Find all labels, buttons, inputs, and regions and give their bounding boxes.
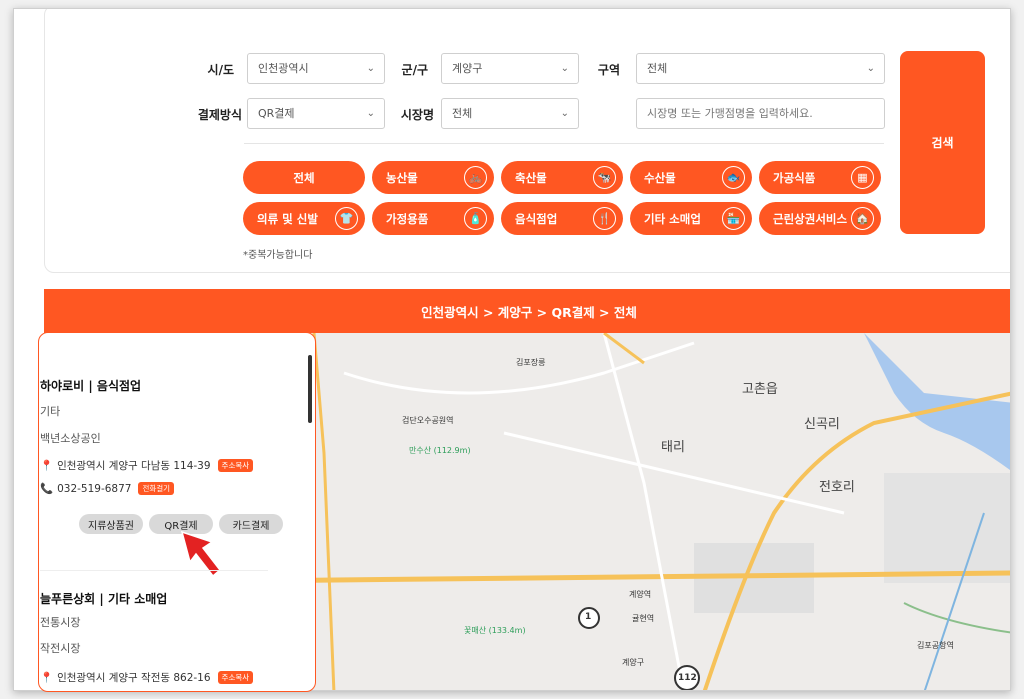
card-pay-button[interactable]: 카드결제	[219, 514, 283, 534]
bicycle-icon: 🚲	[464, 166, 487, 189]
category-clothing-button[interactable]: 의류 및 신발 👕	[243, 202, 365, 235]
fish-icon: 🐟	[722, 166, 745, 189]
map-label: 김포공항역	[917, 641, 954, 650]
category-agri-button[interactable]: 농산물 🚲	[372, 161, 494, 194]
chevron-down-icon: ⌄	[560, 63, 569, 74]
store-address: 📍 인천광역시 계양구 작전동 862-16 주소복사	[40, 670, 254, 685]
store-name[interactable]: 하야로비 | 음식점업	[40, 377, 141, 394]
category-label: 축산물	[515, 170, 547, 185]
copy-address-button[interactable]: 주소복사	[217, 671, 254, 684]
area-label: 구역	[597, 63, 620, 77]
gungu-value: 계양구	[452, 62, 483, 75]
store-type: 전통시장	[40, 616, 81, 629]
location-pin-icon: 📍	[40, 672, 54, 684]
search-button[interactable]: 검색	[900, 51, 985, 234]
chevron-down-icon: ⌄	[366, 63, 375, 74]
multi-select-note: *중복가능합니다	[243, 250, 313, 261]
category-label: 가정용품	[386, 211, 429, 226]
map-label: 전호리	[819, 480, 855, 495]
copy-address-button[interactable]: 주소복사	[217, 459, 254, 472]
category-restaurant-button[interactable]: 음식점업 🍴	[501, 202, 623, 235]
map-label: 만수산 (112.9m)	[409, 446, 471, 455]
sido-value: 인천광역시	[258, 62, 309, 75]
category-retail-button[interactable]: 기타 소매업 🏪	[630, 202, 752, 235]
pay-select[interactable]: QR결제 ⌄	[247, 98, 385, 129]
map-label: 계양역	[629, 590, 652, 599]
map-label: 검단오수공원역	[402, 416, 454, 425]
call-button[interactable]: 전화걸기	[138, 482, 175, 495]
category-processed-button[interactable]: 가공식품 ▦	[759, 161, 881, 194]
phone-icon: 📞	[40, 483, 54, 495]
airport-area	[884, 473, 1010, 583]
map-label: 태리	[661, 440, 685, 455]
category-label: 기타 소매업	[644, 211, 701, 226]
category-all-button[interactable]: 전체	[243, 161, 365, 194]
category-livestock-button[interactable]: 축산물 🐄	[501, 161, 623, 194]
road	[312, 333, 336, 690]
cow-icon: 🐄	[593, 166, 616, 189]
shirt-icon: 👕	[335, 207, 358, 230]
store-name[interactable]: 늘푸른상회 | 기타 소매업	[40, 590, 167, 607]
breadcrumb-text: 인천광역시 > 계양구 > QR결제 > 전체	[421, 304, 637, 320]
market-label: 시장명	[400, 108, 434, 122]
map-label: 꽃매산 (133.4m)	[464, 626, 526, 635]
chevron-down-icon: ⌄	[866, 63, 875, 74]
market-value: 전체	[452, 107, 473, 120]
chevron-down-icon: ⌄	[560, 108, 569, 119]
gungu-label: 군/구	[401, 63, 428, 77]
river	[864, 333, 1010, 471]
area-value: 전체	[647, 62, 668, 75]
store-address: 📍 인천광역시 계양구 다남동 114-39 주소복사	[40, 458, 254, 473]
breadcrumb: 인천광역시 > 계양구 > QR결제 > 전체	[44, 289, 1010, 333]
marker-number: 1	[585, 612, 592, 622]
fork-knife-icon: 🍴	[593, 207, 616, 230]
road	[602, 333, 685, 690]
address-text: 인천광역시 계양구 다남동 114-39	[57, 460, 211, 472]
category-label: 수산물	[644, 170, 676, 185]
category-label: 음식점업	[515, 211, 558, 226]
rail-line	[903, 602, 1010, 634]
road	[343, 341, 695, 395]
voucher-pay-button[interactable]: 지류상품권	[79, 514, 143, 534]
pay-value: QR결제	[258, 107, 295, 120]
map-label: 귤현역	[632, 614, 655, 623]
shop-icon: 🏪	[722, 207, 745, 230]
list-divider	[40, 570, 268, 571]
divider	[244, 143, 884, 144]
bottle-icon: 🧴	[464, 207, 487, 230]
category-label: 농산물	[386, 170, 418, 185]
house-icon: 🏠	[851, 207, 874, 230]
store-market: 작전시장	[40, 642, 81, 655]
category-label: 전체	[293, 170, 315, 185]
map-label: 계양구	[622, 658, 645, 667]
pay-label: 결제방식	[197, 108, 242, 122]
category-household-button[interactable]: 가정용품 🧴	[372, 202, 494, 235]
chevron-down-icon: ⌄	[366, 108, 375, 119]
store-type: 기타	[40, 405, 61, 418]
scrollbar[interactable]	[308, 355, 312, 423]
category-label: 가공식품	[773, 170, 816, 185]
gungu-select[interactable]: 계양구 ⌄	[441, 53, 579, 84]
category-label: 의류 및 신발	[257, 211, 318, 226]
category-seafood-button[interactable]: 수산물 🐟	[630, 161, 752, 194]
map-label: 신곡리	[804, 417, 840, 432]
address-text: 인천광역시 계양구 작전동 862-16	[57, 672, 211, 684]
category-label: 근린상권서비스	[773, 211, 848, 226]
marker-number: 112	[678, 673, 697, 683]
map-label: 고촌읍	[742, 382, 778, 397]
store-search-input[interactable]: 시장명 또는 가맹점명을 입력하세요.	[636, 98, 885, 129]
area-select[interactable]: 전체 ⌄	[636, 53, 885, 84]
market-select[interactable]: 전체 ⌄	[441, 98, 579, 129]
store-market: 백년소상공인	[40, 432, 101, 445]
phone-text: 032-519-6877	[57, 482, 132, 495]
box-icon: ▦	[851, 166, 874, 189]
location-pin-icon: 📍	[40, 460, 54, 472]
category-service-button[interactable]: 근린상권서비스 🏠	[759, 202, 881, 235]
sido-select[interactable]: 인천광역시 ⌄	[247, 53, 385, 84]
arrow-annotation-icon	[180, 530, 222, 578]
map-label: 김포장릉	[516, 358, 546, 367]
search-placeholder: 시장명 또는 가맹점명을 입력하세요.	[647, 107, 813, 120]
sido-label: 시/도	[207, 63, 234, 77]
store-phone: 📞 032-519-6877 전화걸기	[40, 482, 175, 495]
